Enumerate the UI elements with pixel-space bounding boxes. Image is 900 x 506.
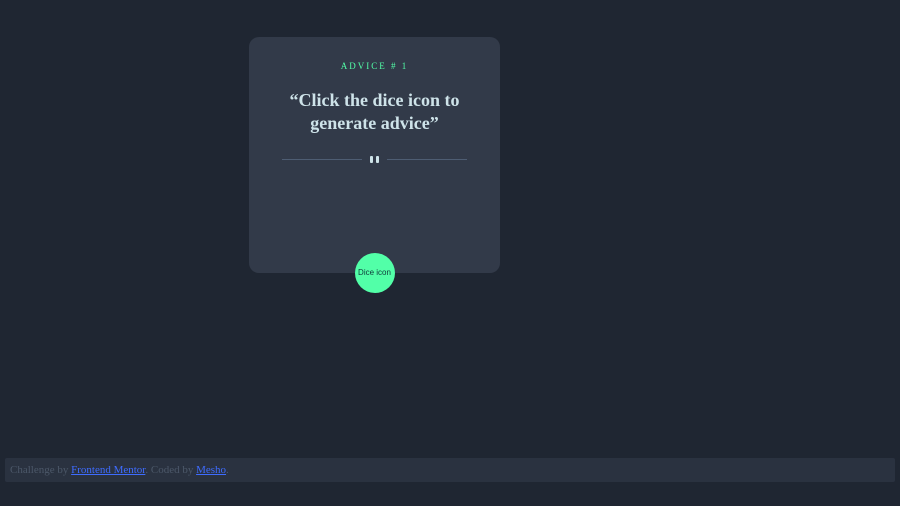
pause-icon (370, 156, 379, 163)
advice-heading-prefix: ADVICE # (341, 61, 402, 71)
challenge-by-text: Challenge by (10, 464, 71, 476)
dice-button[interactable]: Dice icon (355, 253, 395, 293)
dice-icon: Dice icon (358, 268, 391, 277)
advice-heading: ADVICE # 1 (341, 61, 409, 71)
attribution-footer: Challenge by Frontend Mentor. Coded by M… (5, 458, 895, 482)
advice-id: 1 (402, 61, 409, 71)
pattern-divider (282, 156, 467, 163)
advice-quote: “Click the dice icon to generate advice” (270, 89, 480, 134)
trail-text: . (226, 464, 229, 476)
divider-line-right (387, 159, 467, 160)
divider-line-left (282, 159, 362, 160)
coded-by-text: . Coded by (145, 464, 196, 476)
frontend-mentor-link[interactable]: Frontend Mentor (71, 464, 145, 476)
advice-card: ADVICE # 1 “Click the dice icon to gener… (249, 37, 500, 273)
author-link[interactable]: Mesho (196, 464, 226, 476)
